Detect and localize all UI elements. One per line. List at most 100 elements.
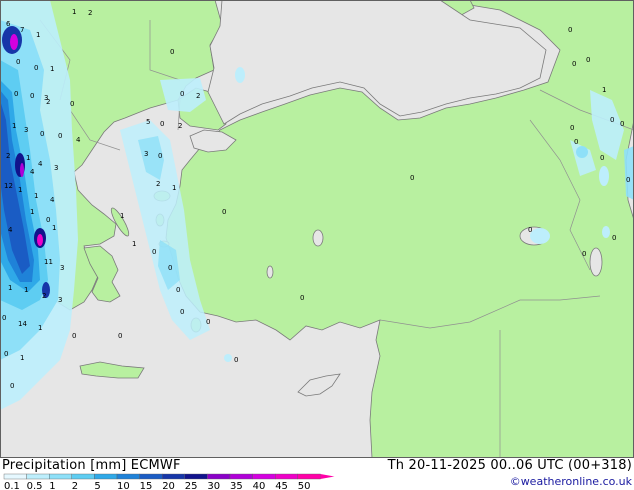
- legend-swatch: [161, 473, 185, 480]
- precip-value: 2: [42, 292, 46, 300]
- precip-legend: 0.1 0.5 1 2 5 10 15 20 25 30 35 40 45 50: [3, 473, 335, 490]
- legend-swatch: [229, 473, 253, 480]
- legend-arrow: [320, 474, 335, 479]
- legend-swatches: [3, 473, 335, 480]
- legend-swatch: [184, 473, 208, 480]
- credit-link[interactable]: ©weatheronline.co.uk: [510, 475, 632, 488]
- precip-value: 0: [168, 264, 172, 272]
- precip-value: 4: [30, 168, 35, 176]
- precip-value: 2: [88, 9, 92, 17]
- precip-value: 1: [602, 86, 606, 94]
- precip-value: 0: [170, 48, 174, 56]
- precip-value: 0: [14, 90, 18, 98]
- legend-swatch: [297, 473, 321, 480]
- legend-label: 0.5: [27, 481, 43, 490]
- precip-value: 7: [20, 26, 24, 34]
- legend-swatch: [207, 473, 231, 480]
- precip-value: 2: [178, 122, 182, 130]
- precip-value: 4: [76, 136, 81, 144]
- precipitation-map: 1 267100 10 0 32 01 3 0 0 42 14 3412 11 410141131 12 30…: [0, 0, 634, 458]
- precip-value: 1: [36, 31, 40, 39]
- precip-value: 1: [34, 192, 38, 200]
- legend-swatch: [275, 473, 299, 480]
- precip-value: 2: [196, 92, 200, 100]
- precip-value: 0: [40, 130, 44, 138]
- precip-value: 12: [4, 182, 13, 190]
- legend-label: 2: [72, 481, 78, 490]
- lake-urmia: [589, 247, 603, 277]
- precip-value: 1: [12, 122, 16, 130]
- precip-value: 0: [2, 314, 6, 322]
- legend-label: 20: [162, 481, 175, 490]
- precip-value: 3: [24, 126, 28, 134]
- legend-label: 25: [185, 481, 198, 490]
- map-title: Precipitation [mm] ECMWF: [2, 458, 181, 473]
- legend-swatch: [49, 473, 73, 480]
- precip-value: 0: [582, 250, 586, 258]
- precip-value: 0: [234, 356, 238, 364]
- precip-cell: [530, 228, 550, 244]
- precip-value: 0: [410, 174, 414, 182]
- precip-cell: [576, 146, 588, 158]
- precip-value: 3: [58, 296, 62, 304]
- precip-value: 0: [222, 208, 226, 216]
- precip-value: 0: [70, 100, 74, 108]
- precip-value: 4: [38, 160, 43, 168]
- precip-core: [20, 163, 24, 177]
- precip-value: 4: [50, 196, 55, 204]
- precip-value: 4: [8, 226, 13, 234]
- precip-value: 0: [610, 116, 614, 124]
- precip-value: 0: [620, 120, 624, 128]
- precip-value: 0: [46, 216, 50, 224]
- precip-value: 0: [58, 132, 62, 140]
- precip-value: 0: [158, 152, 162, 160]
- precip-value: 1: [26, 154, 30, 162]
- precip-value: 0: [152, 248, 156, 256]
- precip-value: 0: [180, 308, 184, 316]
- precip-value: 0: [30, 92, 34, 100]
- legend-labels: 0.1 0.5 1 2 5 10 15 20 25 30 35 40 45 50: [4, 481, 311, 490]
- precip-value: 2: [46, 98, 50, 106]
- precip-value: 3: [54, 164, 58, 172]
- precip-value: 0: [528, 226, 532, 234]
- precip-value: 1: [52, 224, 56, 232]
- precip-value: 1: [50, 65, 54, 73]
- legend-swatch: [139, 473, 163, 480]
- lake-tuz: [312, 229, 324, 247]
- precip-value: 0: [206, 318, 210, 326]
- precip-cell: [235, 67, 245, 83]
- precip-value: 0: [72, 332, 76, 340]
- precip-value: 2: [6, 152, 10, 160]
- precip-core: [37, 234, 43, 246]
- precip-value: 0: [180, 90, 184, 98]
- precip-value: 11: [44, 258, 53, 266]
- precip-value: 1: [24, 286, 28, 294]
- precip-value: 0: [300, 294, 304, 302]
- precip-value: 1: [38, 324, 42, 332]
- precip-value: 0: [570, 124, 574, 132]
- precip-value: 1: [132, 240, 136, 248]
- precip-value: 0: [16, 58, 20, 66]
- precip-value: 6: [6, 20, 11, 28]
- precip-value: 0: [586, 56, 590, 64]
- precip-value: 1: [20, 354, 24, 362]
- legend-label: 45: [275, 481, 288, 490]
- legend-label: 40: [253, 481, 266, 490]
- legend-swatch: [116, 473, 140, 480]
- precip-value: 0: [612, 234, 616, 242]
- precip-value: 0: [160, 120, 164, 128]
- precip-value: 1: [72, 8, 76, 16]
- precip-cell: [224, 354, 232, 362]
- precip-value: 0: [176, 286, 180, 294]
- valid-datetime: Th 20-11-2025 00..06 UTC (00+318): [387, 458, 632, 473]
- precip-value: 14: [18, 320, 27, 328]
- legend-label: 10: [117, 481, 130, 490]
- legend-label: 35: [230, 481, 243, 490]
- precip-value: 0: [626, 176, 630, 184]
- precip-value: 3: [60, 264, 64, 272]
- precip-value: 0: [574, 138, 578, 146]
- precip-value: 0: [4, 350, 8, 358]
- precip-value: 0: [10, 382, 14, 390]
- legend-swatch: [3, 473, 27, 480]
- legend-label: 5: [94, 481, 100, 490]
